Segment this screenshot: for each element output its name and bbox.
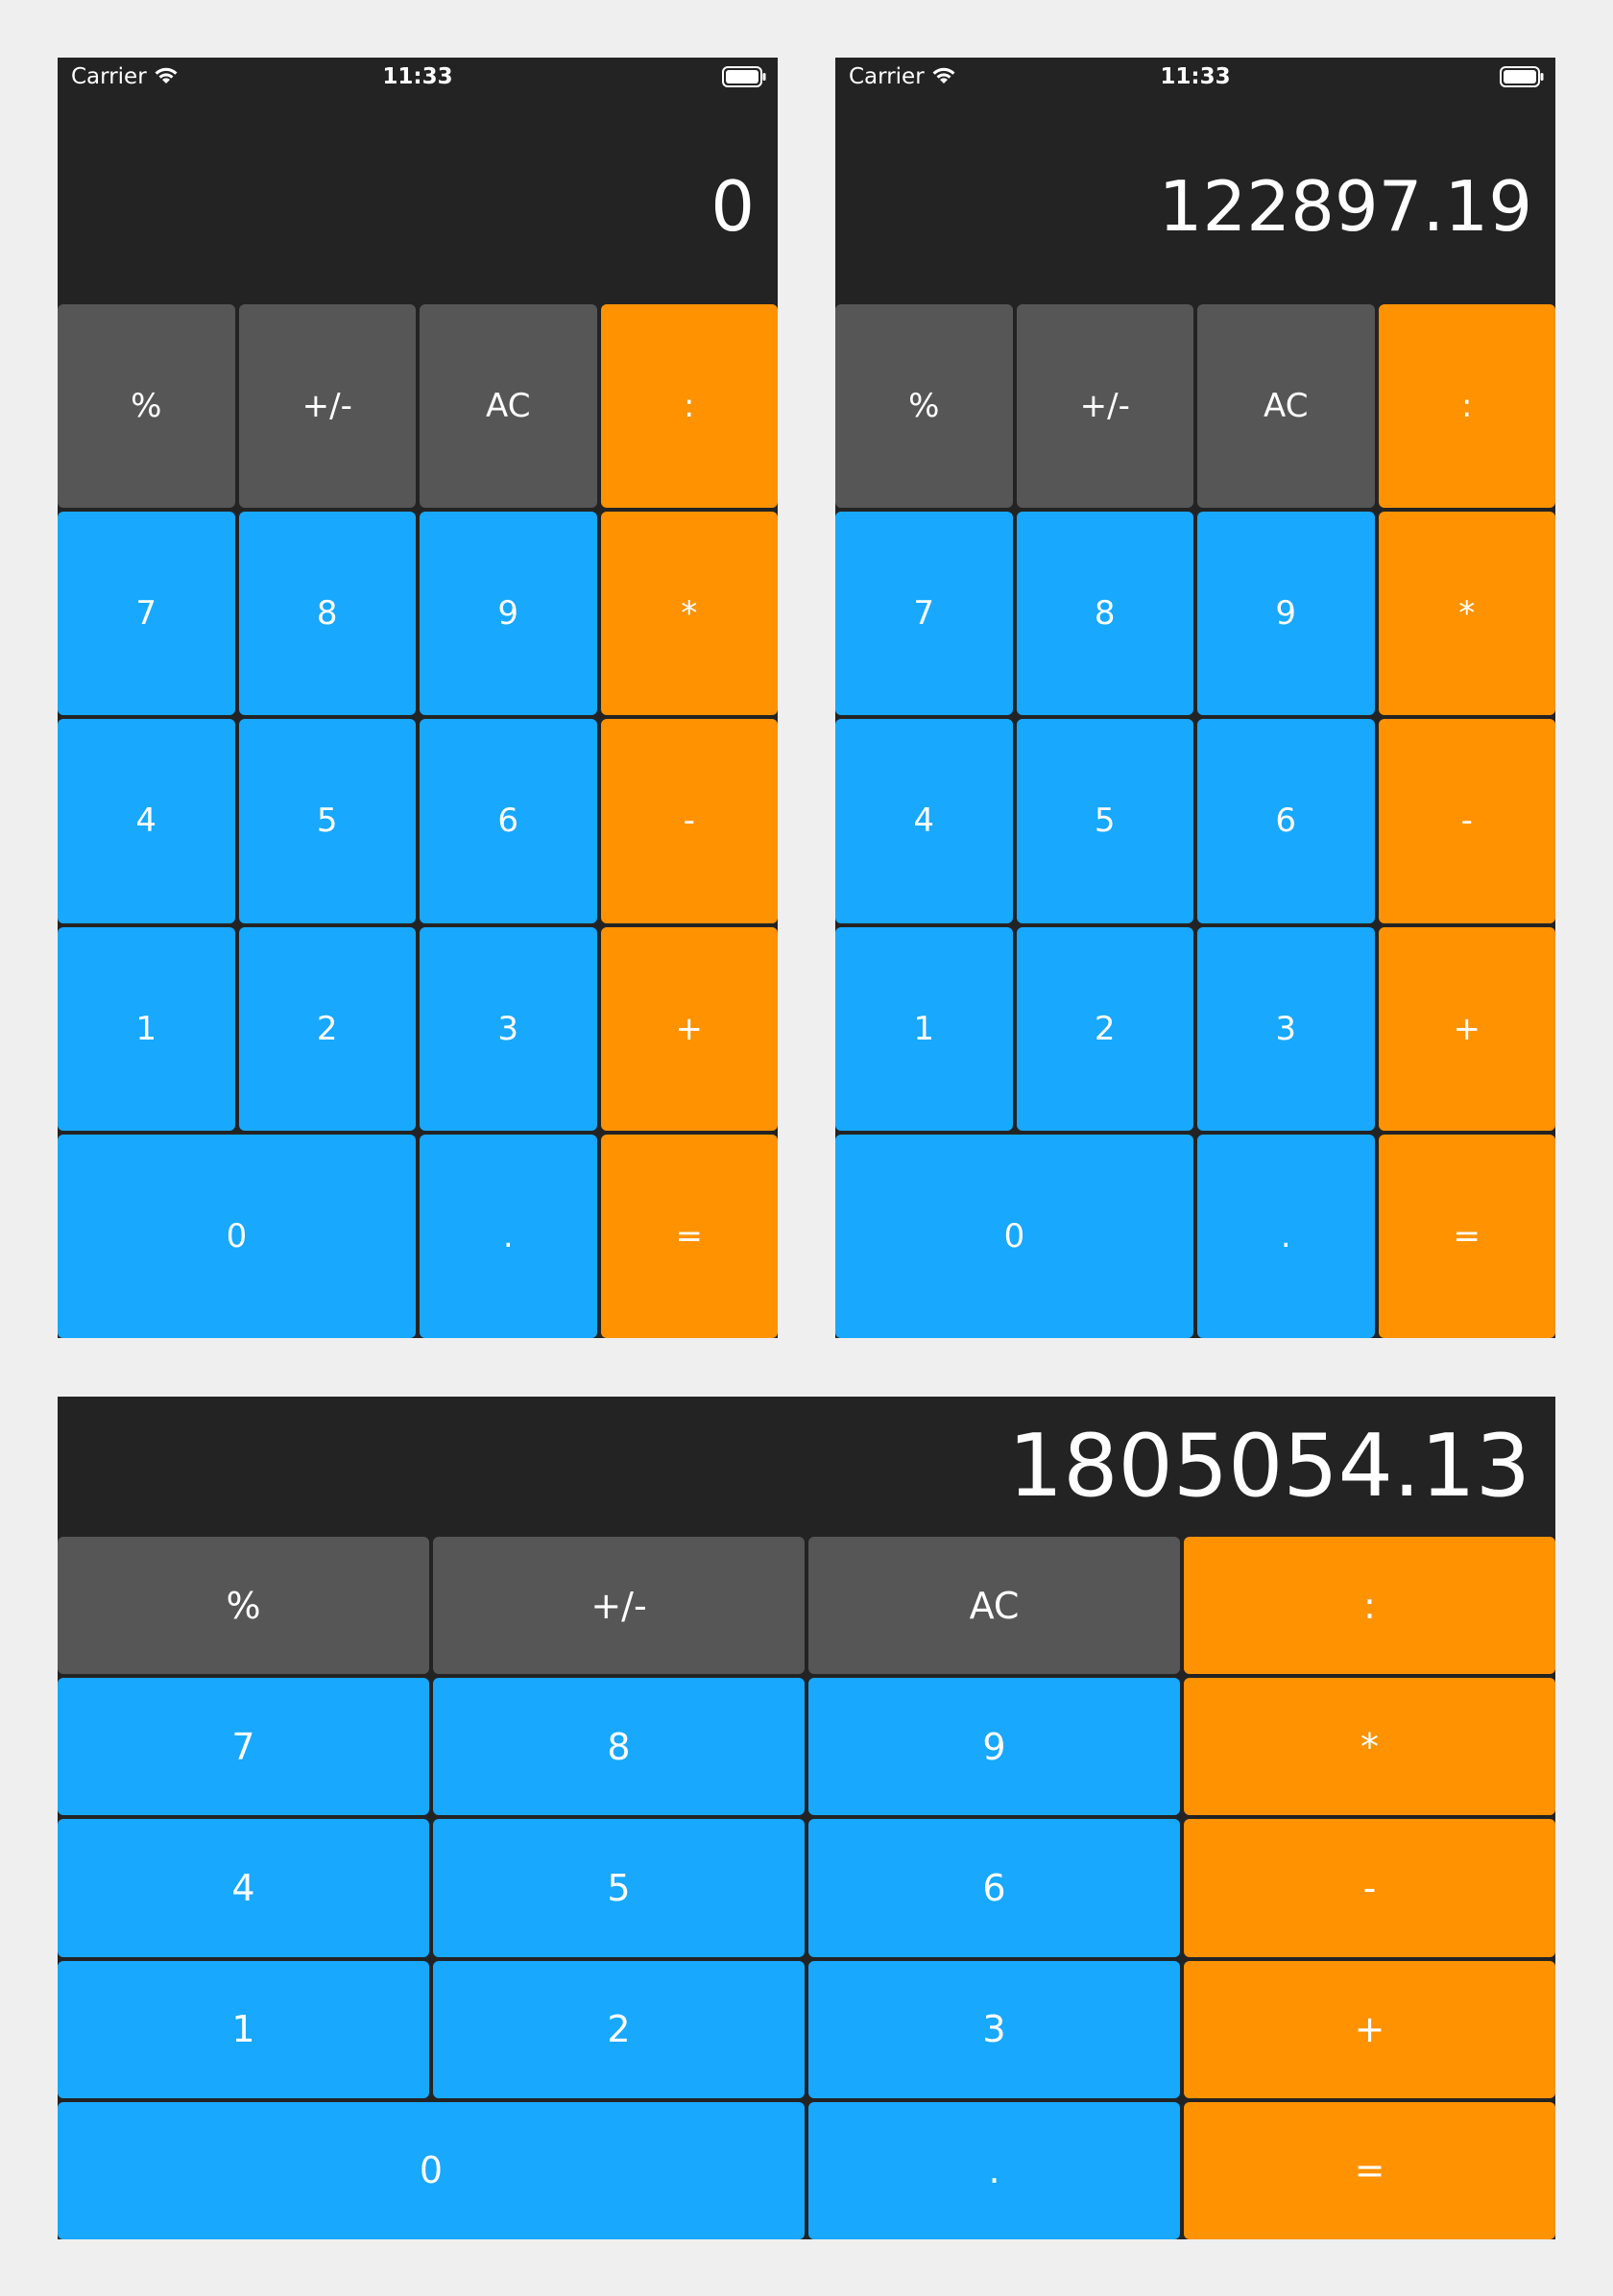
keypad: % +/- AC : 7 8 9 * 4 5 6 - 1 2 3 + 0 . = xyxy=(835,304,1555,1338)
battery-icon xyxy=(1500,66,1544,93)
minus-button[interactable]: - xyxy=(1184,1819,1555,1957)
calculator-portrait-zero: Carrier 11:33 0 % +/- AC : 7 8 9 * 4 5 6… xyxy=(58,58,778,1338)
digit-8-button[interactable]: 8 xyxy=(433,1678,805,1816)
battery-icon xyxy=(722,66,766,93)
digit-1-button[interactable]: 1 xyxy=(835,926,1013,1131)
clear-button[interactable]: AC xyxy=(1197,304,1375,509)
digit-6-button[interactable]: 6 xyxy=(1197,719,1375,923)
digit-5-button[interactable]: 5 xyxy=(1016,719,1193,923)
multiply-button[interactable]: * xyxy=(600,512,778,716)
clear-button[interactable]: AC xyxy=(808,1537,1180,1675)
clear-button[interactable]: AC xyxy=(420,304,597,509)
digit-8-button[interactable]: 8 xyxy=(238,512,416,716)
digit-2-button[interactable]: 2 xyxy=(433,1960,805,2098)
digit-4-button[interactable]: 4 xyxy=(58,1819,429,1957)
digit-2-button[interactable]: 2 xyxy=(1016,926,1193,1131)
digit-1-button[interactable]: 1 xyxy=(58,926,235,1131)
status-time: 11:33 xyxy=(1160,64,1231,89)
divide-button[interactable]: : xyxy=(600,304,778,509)
decimal-button[interactable]: . xyxy=(1197,1134,1375,1338)
multiply-button[interactable]: * xyxy=(1184,1678,1555,1816)
percent-button[interactable]: % xyxy=(835,304,1013,509)
plus-button[interactable]: + xyxy=(600,926,778,1131)
digit-9-button[interactable]: 9 xyxy=(808,1678,1180,1816)
status-bar: Carrier 11:33 xyxy=(835,58,1555,96)
calculator-landscape: 1805054.13 % +/- AC : 7 8 9 * 4 5 6 - 1 … xyxy=(58,1397,1555,2239)
digit-6-button[interactable]: 6 xyxy=(420,719,597,923)
digit-4-button[interactable]: 4 xyxy=(58,719,235,923)
minus-button[interactable]: - xyxy=(1378,719,1555,923)
divide-button[interactable]: : xyxy=(1184,1537,1555,1675)
result-display: 1805054.13 xyxy=(1008,1416,1530,1517)
digit-4-button[interactable]: 4 xyxy=(835,719,1013,923)
digit-5-button[interactable]: 5 xyxy=(238,719,416,923)
digit-6-button[interactable]: 6 xyxy=(808,1819,1180,1957)
status-bar: Carrier 11:33 xyxy=(58,58,778,96)
status-time: 11:33 xyxy=(382,64,453,89)
plus-minus-button[interactable]: +/- xyxy=(433,1537,805,1675)
minus-button[interactable]: - xyxy=(600,719,778,923)
digit-7-button[interactable]: 7 xyxy=(58,1678,429,1816)
digit-3-button[interactable]: 3 xyxy=(1197,926,1375,1131)
digit-9-button[interactable]: 9 xyxy=(1197,512,1375,716)
divide-button[interactable]: : xyxy=(1378,304,1555,509)
result-display: 122897.19 xyxy=(1158,166,1532,247)
percent-button[interactable]: % xyxy=(58,1537,429,1675)
digit-2-button[interactable]: 2 xyxy=(238,926,416,1131)
digit-7-button[interactable]: 7 xyxy=(58,512,235,716)
calculator-portrait-result: Carrier 11:33 122897.19 % +/- AC : 7 8 9… xyxy=(835,58,1555,1338)
equals-button[interactable]: = xyxy=(1378,1134,1555,1338)
digit-1-button[interactable]: 1 xyxy=(58,1960,429,2098)
digit-3-button[interactable]: 3 xyxy=(420,926,597,1131)
keypad: % +/- AC : 7 8 9 * 4 5 6 - 1 2 3 + 0 . = xyxy=(58,304,778,1338)
digit-8-button[interactable]: 8 xyxy=(1016,512,1193,716)
equals-button[interactable]: = xyxy=(1184,2101,1555,2239)
digit-5-button[interactable]: 5 xyxy=(433,1819,805,1957)
plus-minus-button[interactable]: +/- xyxy=(1016,304,1193,509)
multiply-button[interactable]: * xyxy=(1378,512,1555,716)
decimal-button[interactable]: . xyxy=(808,2101,1180,2239)
digit-0-button[interactable]: 0 xyxy=(58,2101,805,2239)
plus-button[interactable]: + xyxy=(1184,1960,1555,2098)
digit-9-button[interactable]: 9 xyxy=(420,512,597,716)
plus-button[interactable]: + xyxy=(1378,926,1555,1131)
result-display: 0 xyxy=(710,166,755,247)
equals-button[interactable]: = xyxy=(600,1134,778,1338)
digit-7-button[interactable]: 7 xyxy=(835,512,1013,716)
decimal-button[interactable]: . xyxy=(420,1134,597,1338)
keypad: % +/- AC : 7 8 9 * 4 5 6 - 1 2 3 + 0 . = xyxy=(58,1537,1555,2239)
digit-3-button[interactable]: 3 xyxy=(808,1960,1180,2098)
digit-0-button[interactable]: 0 xyxy=(58,1134,416,1338)
plus-minus-button[interactable]: +/- xyxy=(238,304,416,509)
percent-button[interactable]: % xyxy=(58,304,235,509)
digit-0-button[interactable]: 0 xyxy=(835,1134,1193,1338)
